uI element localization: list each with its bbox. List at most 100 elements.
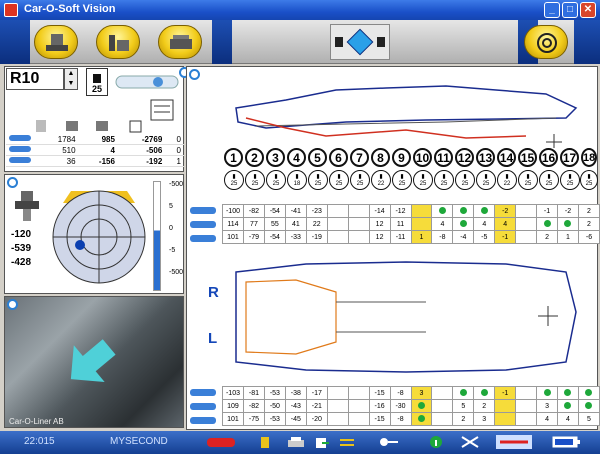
clamp-badge[interactable]: ▮ 25 xyxy=(329,170,349,190)
deviation-cell[interactable] xyxy=(557,386,579,400)
deviation-cell[interactable] xyxy=(515,230,538,244)
deviation-cell[interactable]: -16 xyxy=(368,399,391,413)
point-number[interactable]: 7 xyxy=(350,148,369,167)
deviation-cell[interactable]: -82 xyxy=(242,204,265,218)
point-number[interactable]: 5 xyxy=(308,148,327,167)
clamp-badge[interactable]: ▮ 25 xyxy=(518,170,538,190)
deviation-cell[interactable] xyxy=(431,386,454,400)
deviation-cell[interactable]: -8 xyxy=(431,230,454,244)
deviation-cell[interactable] xyxy=(347,217,370,231)
clamp-badge[interactable]: ▮ 25 xyxy=(560,170,580,190)
deviation-cell[interactable]: -54 xyxy=(263,230,286,244)
deviation-cell[interactable] xyxy=(326,399,349,413)
deviation-cell[interactable]: 3 xyxy=(410,386,433,400)
deviation-cell[interactable]: -1 xyxy=(494,386,517,400)
bench-button[interactable] xyxy=(158,25,202,59)
deviation-cell[interactable] xyxy=(431,399,454,413)
deviation-cell[interactable]: 12 xyxy=(368,217,391,231)
reference-field[interactable]: R10 xyxy=(6,68,64,90)
car-red-icon[interactable] xyxy=(206,435,236,449)
deviation-cell[interactable] xyxy=(326,230,349,244)
deviation-cell[interactable]: -53 xyxy=(263,386,286,400)
point-number[interactable]: 9 xyxy=(392,148,411,167)
deviation-cell[interactable]: -4 xyxy=(452,230,475,244)
deviation-cell[interactable] xyxy=(452,386,475,400)
deviation-cell[interactable] xyxy=(577,386,600,400)
point-number[interactable]: 1 xyxy=(224,148,243,167)
reference-stepper[interactable]: ▲ ▼ xyxy=(64,68,78,90)
deviation-cell[interactable]: 4 xyxy=(473,217,496,231)
deviation-cell[interactable] xyxy=(557,217,579,231)
deviation-cell[interactable] xyxy=(431,204,454,218)
clamp-badge[interactable]: ▮ 25 xyxy=(476,170,496,190)
deviation-cell[interactable]: -14 xyxy=(368,204,391,218)
deviation-cell[interactable]: -41 xyxy=(284,204,307,218)
deviation-cell[interactable] xyxy=(326,217,349,231)
clamp-badge[interactable]: ▮ 25 xyxy=(245,170,265,190)
deviation-cell[interactable]: 5 xyxy=(452,399,475,413)
close-button[interactable]: ✕ xyxy=(580,2,596,18)
clamp-yellow-icon[interactable] xyxy=(258,435,274,449)
deviation-cell[interactable]: 3 xyxy=(473,412,496,426)
point-number[interactable]: 10 xyxy=(413,148,432,167)
deviation-cell[interactable]: -38 xyxy=(284,386,307,400)
point-number[interactable]: 6 xyxy=(329,148,348,167)
deviation-cell[interactable]: -43 xyxy=(284,399,307,413)
deviation-cell[interactable]: 1 xyxy=(410,230,433,244)
deviation-cell[interactable]: -17 xyxy=(305,386,328,400)
deviation-cell[interactable]: 4 xyxy=(494,217,517,231)
gear-icon[interactable] xyxy=(7,177,18,188)
point-number[interactable]: 16 xyxy=(539,148,558,167)
deviation-cell[interactable] xyxy=(347,230,370,244)
export-icon[interactable] xyxy=(314,435,330,449)
deviation-cell[interactable]: 4 xyxy=(536,412,558,426)
deviation-cell[interactable] xyxy=(536,386,558,400)
deviation-cell[interactable]: 101 xyxy=(222,412,244,426)
deviation-cell[interactable] xyxy=(410,204,433,218)
deviation-cell[interactable] xyxy=(515,217,538,231)
deviation-cell[interactable]: -11 xyxy=(389,230,412,244)
deviation-cell[interactable]: -81 xyxy=(242,386,265,400)
deviation-cell[interactable]: -23 xyxy=(305,204,328,218)
gear-icon[interactable] xyxy=(7,299,18,310)
deviation-cell[interactable]: -82 xyxy=(242,399,265,413)
point-number[interactable]: 18 xyxy=(581,148,597,167)
clamp-badge[interactable]: ▮ 22 xyxy=(371,170,391,190)
point-number[interactable]: 11 xyxy=(434,148,453,167)
deviation-cell[interactable]: 4 xyxy=(431,217,454,231)
deviation-cell[interactable]: -5 xyxy=(473,230,496,244)
deviation-cell[interactable] xyxy=(347,399,370,413)
deviation-cell[interactable] xyxy=(473,386,496,400)
swap-icon[interactable] xyxy=(338,435,358,449)
deviation-cell[interactable] xyxy=(557,399,579,413)
deviation-cell[interactable]: 109 xyxy=(222,399,244,413)
clamp-badge[interactable]: ▮ 18 xyxy=(287,170,307,190)
deviation-cell[interactable] xyxy=(515,399,538,413)
clamp-badge[interactable]: ▮ 25 xyxy=(434,170,454,190)
deviation-cell[interactable] xyxy=(452,217,475,231)
deviation-cell[interactable]: -21 xyxy=(305,399,328,413)
printer-icon[interactable] xyxy=(286,435,306,449)
deviation-cell[interactable] xyxy=(347,204,370,218)
deviation-cell[interactable]: 4 xyxy=(557,412,579,426)
settings-key-icon[interactable] xyxy=(378,435,400,449)
alignment-icon[interactable] xyxy=(496,435,532,449)
deviation-cell[interactable]: 2 xyxy=(452,412,475,426)
point-number[interactable]: 13 xyxy=(476,148,495,167)
deviation-cell[interactable]: -30 xyxy=(389,399,412,413)
view-select-button[interactable] xyxy=(330,24,390,60)
deviation-cell[interactable]: -8 xyxy=(389,386,412,400)
deviation-cell[interactable]: -54 xyxy=(263,204,286,218)
expand-icon[interactable] xyxy=(460,435,480,449)
minimize-button[interactable]: _ xyxy=(544,2,560,18)
deviation-cell[interactable]: 12 xyxy=(368,230,391,244)
clamp-badge[interactable]: ▮ 25 xyxy=(539,170,559,190)
deviation-cell[interactable] xyxy=(431,412,454,426)
clamp-badge[interactable]: ▮ 25 xyxy=(224,170,244,190)
point-number[interactable]: 3 xyxy=(266,148,285,167)
deviation-cell[interactable]: -45 xyxy=(284,412,307,426)
deviation-cell[interactable] xyxy=(326,204,349,218)
clamp-badge[interactable]: ▮ 22 xyxy=(497,170,517,190)
deviation-cell[interactable] xyxy=(347,412,370,426)
point-number[interactable]: 2 xyxy=(245,148,264,167)
